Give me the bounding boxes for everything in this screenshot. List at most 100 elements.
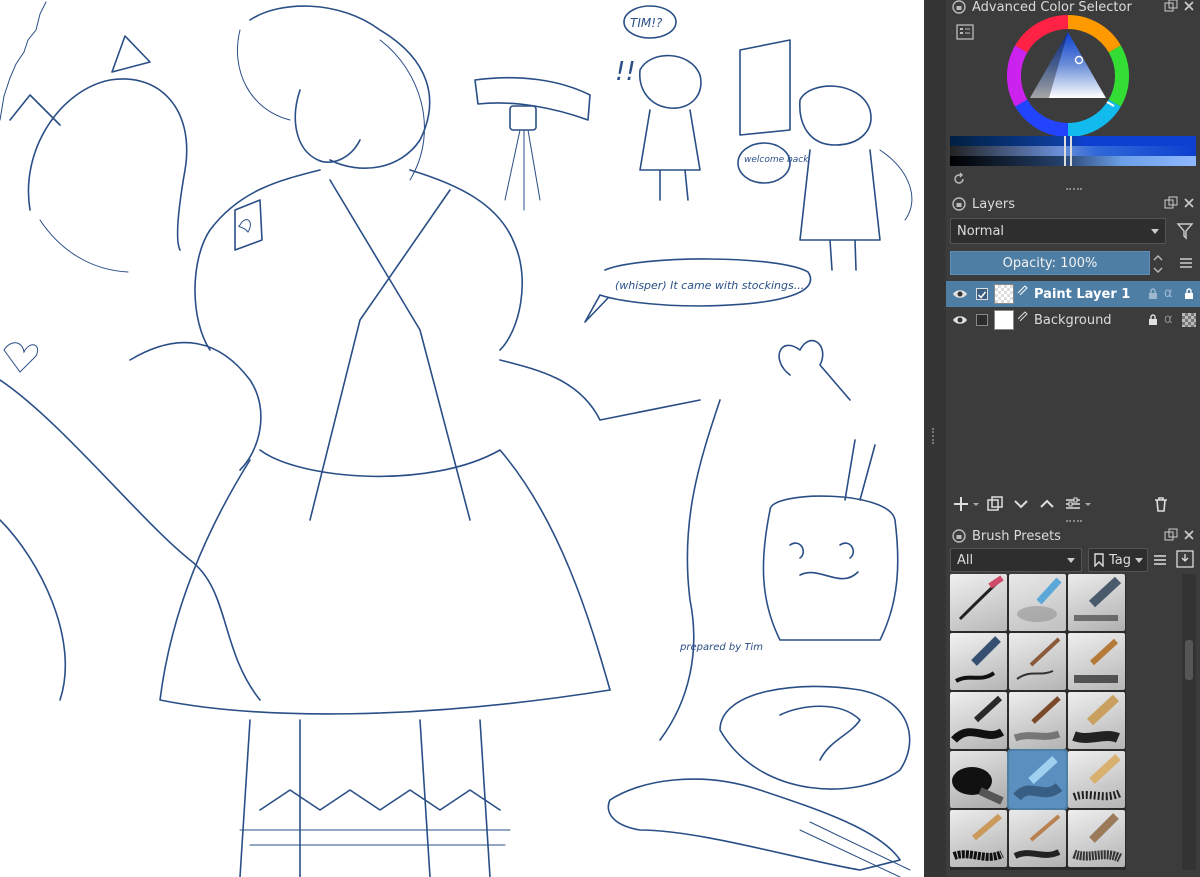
round-brush-icon[interactable] (950, 692, 1007, 749)
bookmark-icon (1093, 553, 1105, 568)
opacity-value: 100% (1060, 255, 1098, 271)
chevron-down-icon (1067, 558, 1075, 563)
layer-thumbnail (994, 310, 1014, 330)
chevron-down-icon[interactable] (1084, 497, 1092, 512)
texture-brush-icon[interactable] (1068, 751, 1125, 808)
flat-brush-icon[interactable] (1068, 633, 1125, 690)
panel-lock-icon[interactable] (952, 0, 966, 14)
blend-mode-value: Normal (957, 223, 1005, 239)
cake-sketch (719, 685, 911, 790)
add-layer-icon[interactable] (950, 493, 972, 515)
layer-type-icon (1016, 309, 1028, 322)
airbrush-blending-icon[interactable] (1009, 574, 1066, 631)
panel-lock-icon[interactable] (952, 197, 966, 211)
float-panel-icon[interactable] (1164, 0, 1180, 15)
right-dock: Advanced Color Selector Layers Normal Op… (946, 0, 1200, 877)
opacity-slider[interactable]: Opacity: 100% (950, 251, 1150, 275)
layer-row[interactable]: Paint Layer 1 α (946, 281, 1200, 307)
layer-row[interactable]: Background α (946, 307, 1200, 333)
color-selector-title: Advanced Color Selector (972, 0, 1132, 15)
marker-brush-icon[interactable] (1068, 574, 1125, 631)
paint-roller-brush-icon[interactable] (1007, 749, 1068, 810)
layer-name: Background (1034, 312, 1112, 328)
straw-sketch (778, 339, 851, 401)
tag-label: Tag (1109, 552, 1132, 568)
hamburger-menu-icon[interactable] (1152, 552, 1168, 568)
close-panel-icon[interactable] (1182, 196, 1198, 212)
scrollbar-thumb[interactable] (1185, 640, 1193, 680)
dry-brush-icon[interactable] (950, 810, 1007, 867)
brush-preset-grid (950, 574, 1126, 870)
chibi-cat-sketch (799, 85, 872, 146)
figure-body-sketch (194, 169, 321, 351)
chevron-down-icon[interactable] (972, 497, 980, 512)
text-note: prepared by Tim (679, 642, 763, 653)
torn-edge (0, 1, 47, 121)
bristle-brush-icon[interactable] (1009, 692, 1066, 749)
panel-options-icon[interactable] (1176, 550, 1194, 568)
chevron-down-icon (1135, 558, 1143, 563)
filter-icon[interactable] (1176, 221, 1196, 241)
canvas-scroll-strip[interactable] (924, 0, 946, 877)
brush-presets-title: Brush Presets (972, 528, 1061, 544)
brush-filter-select[interactable]: All (950, 548, 1082, 572)
text-exclaim: !! (615, 57, 636, 87)
opacity-up-icon[interactable] (1152, 252, 1164, 264)
alpha-lock-icon[interactable]: α (1164, 313, 1178, 327)
chibi-tim-sketch (639, 54, 702, 109)
fan-brush-icon[interactable] (1068, 810, 1125, 867)
drink-cup-sketch (762, 495, 899, 641)
lock-layer-icon[interactable] (1146, 313, 1160, 327)
splitter-handle[interactable] (932, 428, 940, 444)
smudge-brush-icon[interactable] (950, 751, 1007, 808)
opacity-down-icon[interactable] (1152, 264, 1164, 276)
drawing-canvas[interactable]: TIM!? !! welcome back (whisper) It came … (0, 0, 924, 877)
wide-brush-icon[interactable] (1068, 692, 1125, 749)
transparency-icon[interactable] (1182, 313, 1196, 327)
text-welcome: welcome back (744, 155, 809, 165)
delete-layer-icon[interactable] (1150, 493, 1172, 515)
duplicate-layer-icon[interactable] (984, 493, 1006, 515)
color-settings-icon[interactable] (956, 24, 974, 40)
move-layer-up-icon[interactable] (1036, 493, 1058, 515)
alpha-lock-icon[interactable]: α (1164, 287, 1178, 301)
close-panel-icon[interactable] (1182, 528, 1198, 544)
headband-sketch (27, 78, 188, 251)
pen-brush-icon[interactable] (950, 574, 1007, 631)
fine-brush-icon[interactable] (1009, 633, 1066, 690)
inherit-alpha-icon[interactable] (1182, 287, 1196, 301)
eye-icon[interactable] (952, 286, 968, 302)
lock-layer-icon[interactable] (1146, 287, 1160, 301)
float-panel-icon[interactable] (1164, 528, 1180, 544)
figure-head-sketch (249, 5, 431, 169)
door-sketch (739, 39, 791, 136)
layer-select-checkbox[interactable] (976, 288, 988, 300)
panel-lock-icon[interactable] (952, 529, 966, 543)
brush-filter-value: All (957, 552, 974, 568)
move-layer-down-icon[interactable] (1010, 493, 1032, 515)
refresh-icon[interactable] (952, 172, 966, 186)
opacity-label: Opacity: (1002, 255, 1057, 271)
tag-button[interactable]: Tag (1088, 548, 1148, 572)
close-panel-icon[interactable] (1182, 0, 1198, 15)
layer-select-checkbox[interactable] (976, 314, 988, 326)
brush-presets-titlebar: Brush Presets (946, 525, 1200, 547)
layer-thumbnail (994, 284, 1014, 304)
layers-titlebar: Layers (946, 193, 1200, 215)
blend-mode-select[interactable]: Normal (950, 218, 1166, 244)
chevron-down-icon (1151, 229, 1159, 234)
eye-icon[interactable] (952, 312, 968, 328)
layer-toolbar (946, 490, 1200, 518)
detail-brush-icon[interactable] (1009, 810, 1066, 867)
float-panel-icon[interactable] (1164, 196, 1180, 212)
color-wheel[interactable] (1006, 14, 1130, 138)
sketch-artwork: TIM!? !! welcome back (whisper) It came … (0, 1, 913, 877)
brush-list-scrollbar[interactable] (1182, 574, 1196, 870)
layer-properties-icon[interactable] (1062, 493, 1084, 515)
ink-pen-brush-icon[interactable] (950, 633, 1007, 690)
hamburger-menu-icon[interactable] (1178, 255, 1194, 271)
text-whisper: (whisper) It came with stockings... (615, 279, 804, 292)
text-tim: TIM!? (630, 16, 663, 30)
layer-type-icon (1016, 283, 1028, 296)
layer-name: Paint Layer 1 (1034, 286, 1131, 302)
